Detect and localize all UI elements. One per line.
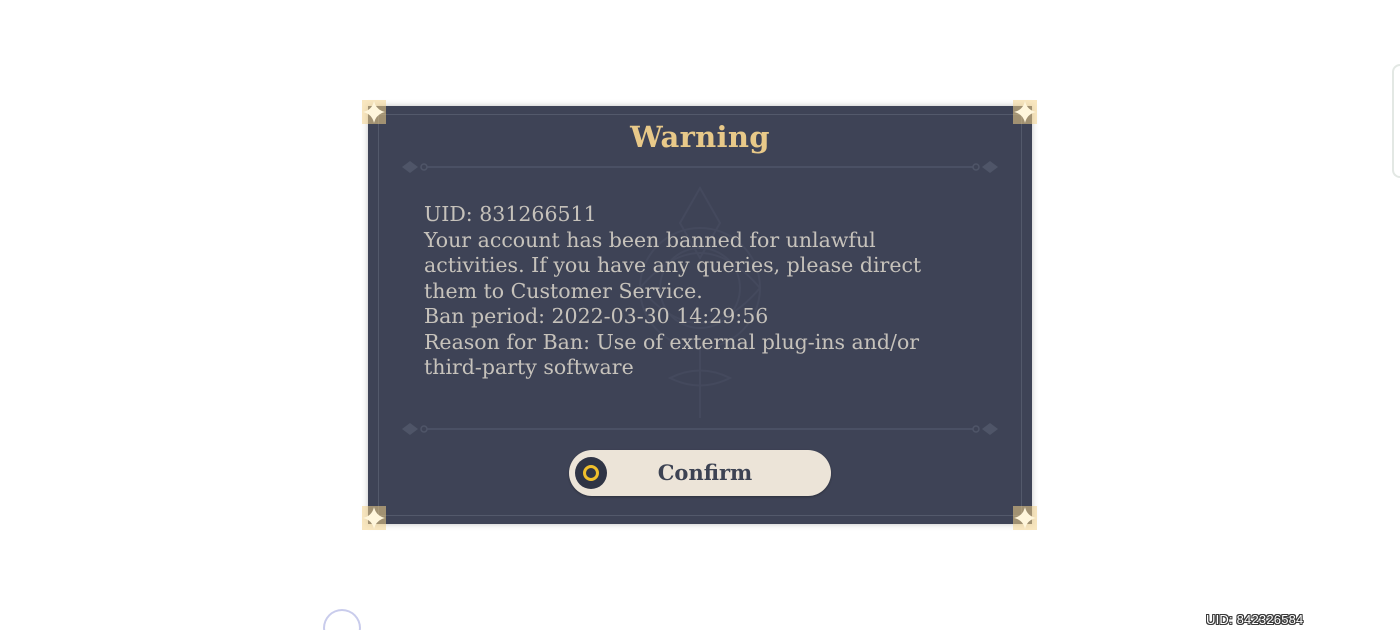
message-line: UID: 831266511 xyxy=(424,202,597,226)
corner-star-icon xyxy=(362,506,386,530)
bottom-divider xyxy=(402,423,998,435)
message-line: activities. If you have any queries, ple… xyxy=(424,253,922,277)
circle-confirm-icon xyxy=(575,457,607,489)
loading-spinner-icon xyxy=(323,609,361,630)
corner-star-icon xyxy=(1013,100,1037,124)
message-line: Your account has been banned for unlawfu… xyxy=(424,227,876,252)
warning-dialog: Warning UID: 831266511 Your account has … xyxy=(368,106,1032,524)
dialog-title: Warning xyxy=(630,120,770,154)
top-divider xyxy=(402,161,998,173)
message-line: third-party software xyxy=(424,355,634,379)
ban-message: UID: 831266511 Your account has been ban… xyxy=(424,202,964,381)
message-line: Ban period: 2022-03-30 14:29:56 xyxy=(424,304,769,328)
confirm-button[interactable]: Confirm xyxy=(569,450,831,496)
corner-star-icon xyxy=(1013,506,1037,530)
confirm-button-label: Confirm xyxy=(657,460,753,485)
message-line: Reason for Ban: Use of external plug-ins… xyxy=(424,329,920,354)
message-line: them to Customer Service. xyxy=(424,278,703,303)
uid-watermark: UID: 842326584 xyxy=(1206,612,1304,627)
game-screen: Warning UID: 831266511 Your account has … xyxy=(0,0,1400,630)
corner-star-icon xyxy=(362,100,386,124)
side-panel-edge[interactable] xyxy=(1392,64,1400,178)
